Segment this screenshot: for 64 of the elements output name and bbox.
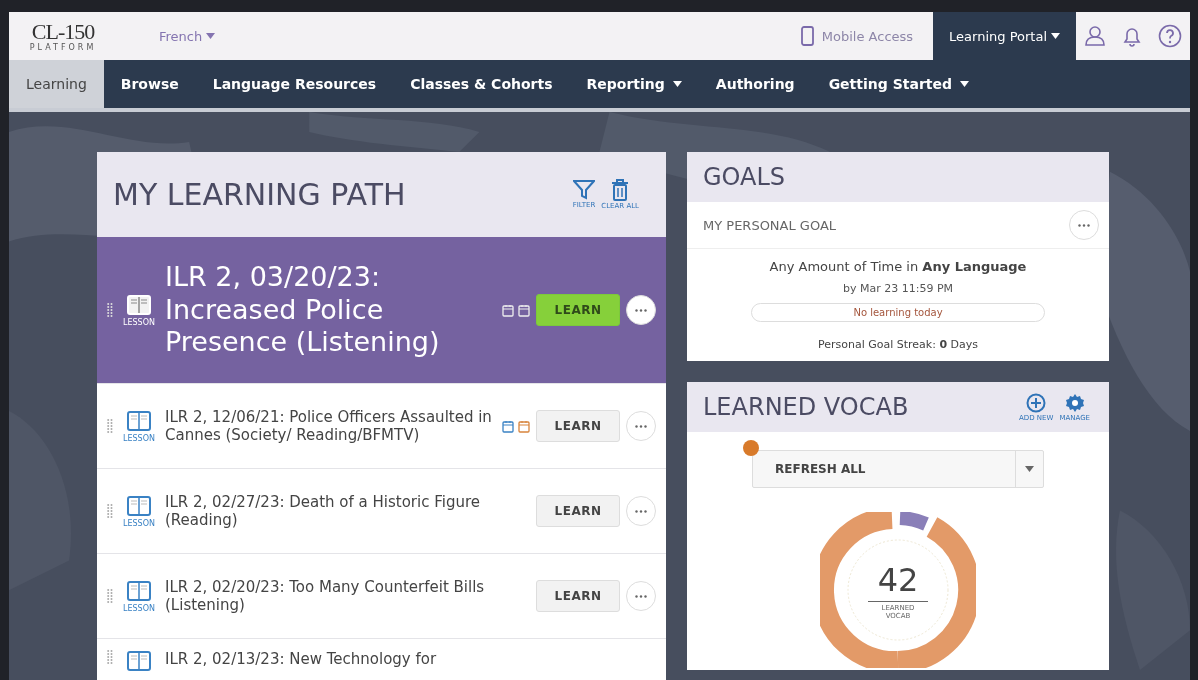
more-icon	[1078, 223, 1090, 227]
drag-handle-icon[interactable]	[107, 504, 113, 518]
nav-tab[interactable]: Getting Started	[811, 60, 986, 108]
nav-tab[interactable]: Classes & Cohorts	[393, 60, 570, 108]
nav-tab[interactable]: Language Resources	[195, 60, 394, 108]
filter-icon	[573, 180, 595, 200]
nav-tab[interactable]: Authoring	[698, 60, 812, 108]
more-icon	[635, 509, 647, 513]
learn-button[interactable]: LEARN	[536, 495, 620, 527]
drag-handle-icon[interactable]	[107, 303, 113, 317]
book-icon	[126, 579, 152, 604]
nav-tab[interactable]: Reporting	[569, 60, 699, 108]
goal-deadline: by Mar 23 11:59 PM	[842, 282, 954, 295]
card-title: LEARNED VOCAB	[703, 393, 910, 421]
drag-handle-icon[interactable]	[107, 650, 113, 664]
caret-icon	[206, 33, 216, 39]
book-icon	[126, 494, 152, 519]
card-title: MY LEARNING PATH	[113, 177, 407, 212]
book-icon	[126, 650, 152, 674]
more-icon	[635, 594, 647, 598]
calendar-icon[interactable]	[518, 419, 530, 433]
refresh-select[interactable]: REFRESH ALL	[752, 450, 1044, 488]
lesson-title: ILR 2, 02/27/23: Death of a Historic Figure (Reading)	[165, 493, 482, 529]
learn-button[interactable]: LEARN	[536, 410, 620, 442]
language-dropdown[interactable]: French	[153, 27, 222, 45]
learning-portal-dropdown[interactable]: Learning Portal	[933, 12, 1076, 60]
nav-tab[interactable]: Browse	[103, 60, 196, 108]
learn-button[interactable]: LEARN	[536, 294, 620, 326]
type-label: LESSON	[123, 518, 155, 528]
person-icon	[1084, 25, 1106, 47]
help-icon	[1158, 24, 1182, 48]
calendar-icon[interactable]	[502, 419, 514, 433]
lesson-title: ILR 2, 02/20/23: Too Many Counterfeit Bills (Listening)	[165, 578, 486, 614]
logo-text: CL-150	[31, 20, 95, 43]
book-icon	[126, 293, 152, 318]
bell-icon	[1122, 25, 1142, 47]
vocab-count: 42	[867, 560, 929, 602]
caret-icon	[1051, 33, 1060, 39]
nav-tab[interactable]: Learning	[9, 60, 104, 108]
alert-icon	[743, 440, 759, 456]
type-label: LESSON	[123, 603, 155, 613]
phone-icon	[800, 26, 814, 46]
lesson-title: ILR 2, 03/20/23: Increased Police Presence (Listening)	[165, 261, 441, 359]
lesson-title: ILR 2, 02/13/23: New Technology for	[165, 650, 438, 668]
lesson-title: ILR 2, 12/06/21: Police Officers Assaulted in Cannes (Society/ Reading/BFMTV)	[165, 408, 493, 444]
lesson-row[interactable]: LESSON ILR 2, 03/20/23: Increased Police Presence (Listening) LEARN	[97, 237, 666, 384]
more-icon	[635, 424, 647, 428]
caret-icon	[1025, 466, 1034, 472]
logo-subtext: PLATFORM	[29, 42, 97, 52]
card-title: GOALS	[703, 163, 787, 191]
gear-icon	[1064, 392, 1085, 413]
goal-subtitle: MY PERSONAL GOAL	[703, 217, 838, 233]
book-icon	[126, 409, 152, 434]
goal-text: Any Amount of Time in Any Language	[769, 259, 1027, 274]
type-label: LESSON	[123, 433, 155, 443]
learn-button[interactable]: LEARN	[536, 580, 620, 612]
more-icon	[635, 308, 647, 312]
type-label: LESSON	[123, 317, 155, 327]
trash-icon	[611, 179, 630, 201]
drag-handle-icon[interactable]	[107, 419, 113, 433]
more-button[interactable]	[626, 295, 656, 325]
drag-handle-icon[interactable]	[107, 589, 113, 603]
add-icon	[1026, 392, 1047, 413]
goal-streak: Personal Goal Streak: 0 Days	[817, 338, 979, 351]
